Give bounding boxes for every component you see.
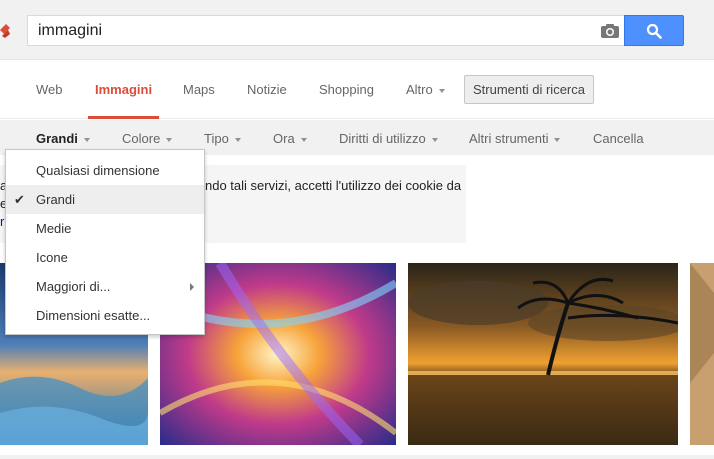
search-box[interactable] [27,15,624,46]
menu-item-label: Maggiori di... [36,279,111,294]
filter-size-label: Grandi [36,131,78,146]
chevron-down-icon [431,137,438,142]
search-button[interactable] [624,15,684,46]
tab-maps[interactable]: Maps [183,82,215,97]
filter-time[interactable]: Ora [273,131,307,146]
filter-more-tools[interactable]: Altri strumenti [469,131,561,146]
filter-time-label: Ora [273,131,295,146]
menu-item-medium[interactable]: Medie [6,214,204,243]
chevron-down-icon [554,137,561,142]
image-partial [690,263,714,445]
chevron-down-icon [83,137,90,142]
search-input[interactable] [38,16,578,45]
top-header [0,0,714,60]
menu-item-exact-size[interactable]: Dimensioni esatte... [6,301,204,330]
tab-images[interactable]: Immagini [95,82,152,97]
image-result[interactable] [408,263,678,445]
chevron-down-icon [438,88,445,93]
tab-shopping[interactable]: Shopping [319,82,374,97]
tab-web[interactable]: Web [36,82,63,97]
cookie-notice-text: ndo tali servizi, accetti l'utilizzo dei… [205,178,462,193]
search-type-nav: Web Immagini Maps Notizie Shopping Altro… [0,61,714,119]
menu-item-icon[interactable]: Icone [6,243,204,272]
image-result[interactable] [690,263,714,445]
menu-item-large[interactable]: ✔ Grandi [6,185,204,214]
palm-sunset-image [408,263,678,445]
chevron-down-icon [234,137,241,142]
checkmark-icon: ✔ [14,192,25,207]
active-tab-indicator [88,116,159,119]
camera-icon[interactable] [600,23,620,39]
filter-color-label: Colore [122,131,161,146]
menu-item-any-size[interactable]: Qualsiasi dimensione [6,156,204,185]
magnifier-icon [646,23,662,39]
logo-fragment-icon [0,24,10,38]
filter-clear[interactable]: Cancella [593,131,644,146]
cookie-notice-link[interactable]: r [0,214,4,229]
filter-size[interactable]: Grandi [36,131,90,146]
tab-more-label: Altro [406,82,433,97]
menu-item-larger-than[interactable]: Maggiori di... [6,272,204,301]
filter-type-label: Tipo [204,131,229,146]
chevron-down-icon [300,137,307,142]
filter-type[interactable]: Tipo [204,131,241,146]
filter-color[interactable]: Colore [122,131,173,146]
filter-usage-rights-label: Diritti di utilizzo [339,131,426,146]
tab-news[interactable]: Notizie [247,82,287,97]
size-dropdown-menu: Qualsiasi dimensione ✔ Grandi Medie Icon… [5,149,205,335]
chevron-down-icon [166,137,173,142]
submenu-arrow-icon [190,283,194,291]
filter-usage-rights[interactable]: Diritti di utilizzo [339,131,438,146]
tab-more[interactable]: Altro [406,82,445,97]
footer-strip [0,455,714,459]
search-tools-button[interactable]: Strumenti di ricerca [464,75,594,104]
filter-more-tools-label: Altri strumenti [469,131,549,146]
menu-item-label: Grandi [36,192,76,207]
